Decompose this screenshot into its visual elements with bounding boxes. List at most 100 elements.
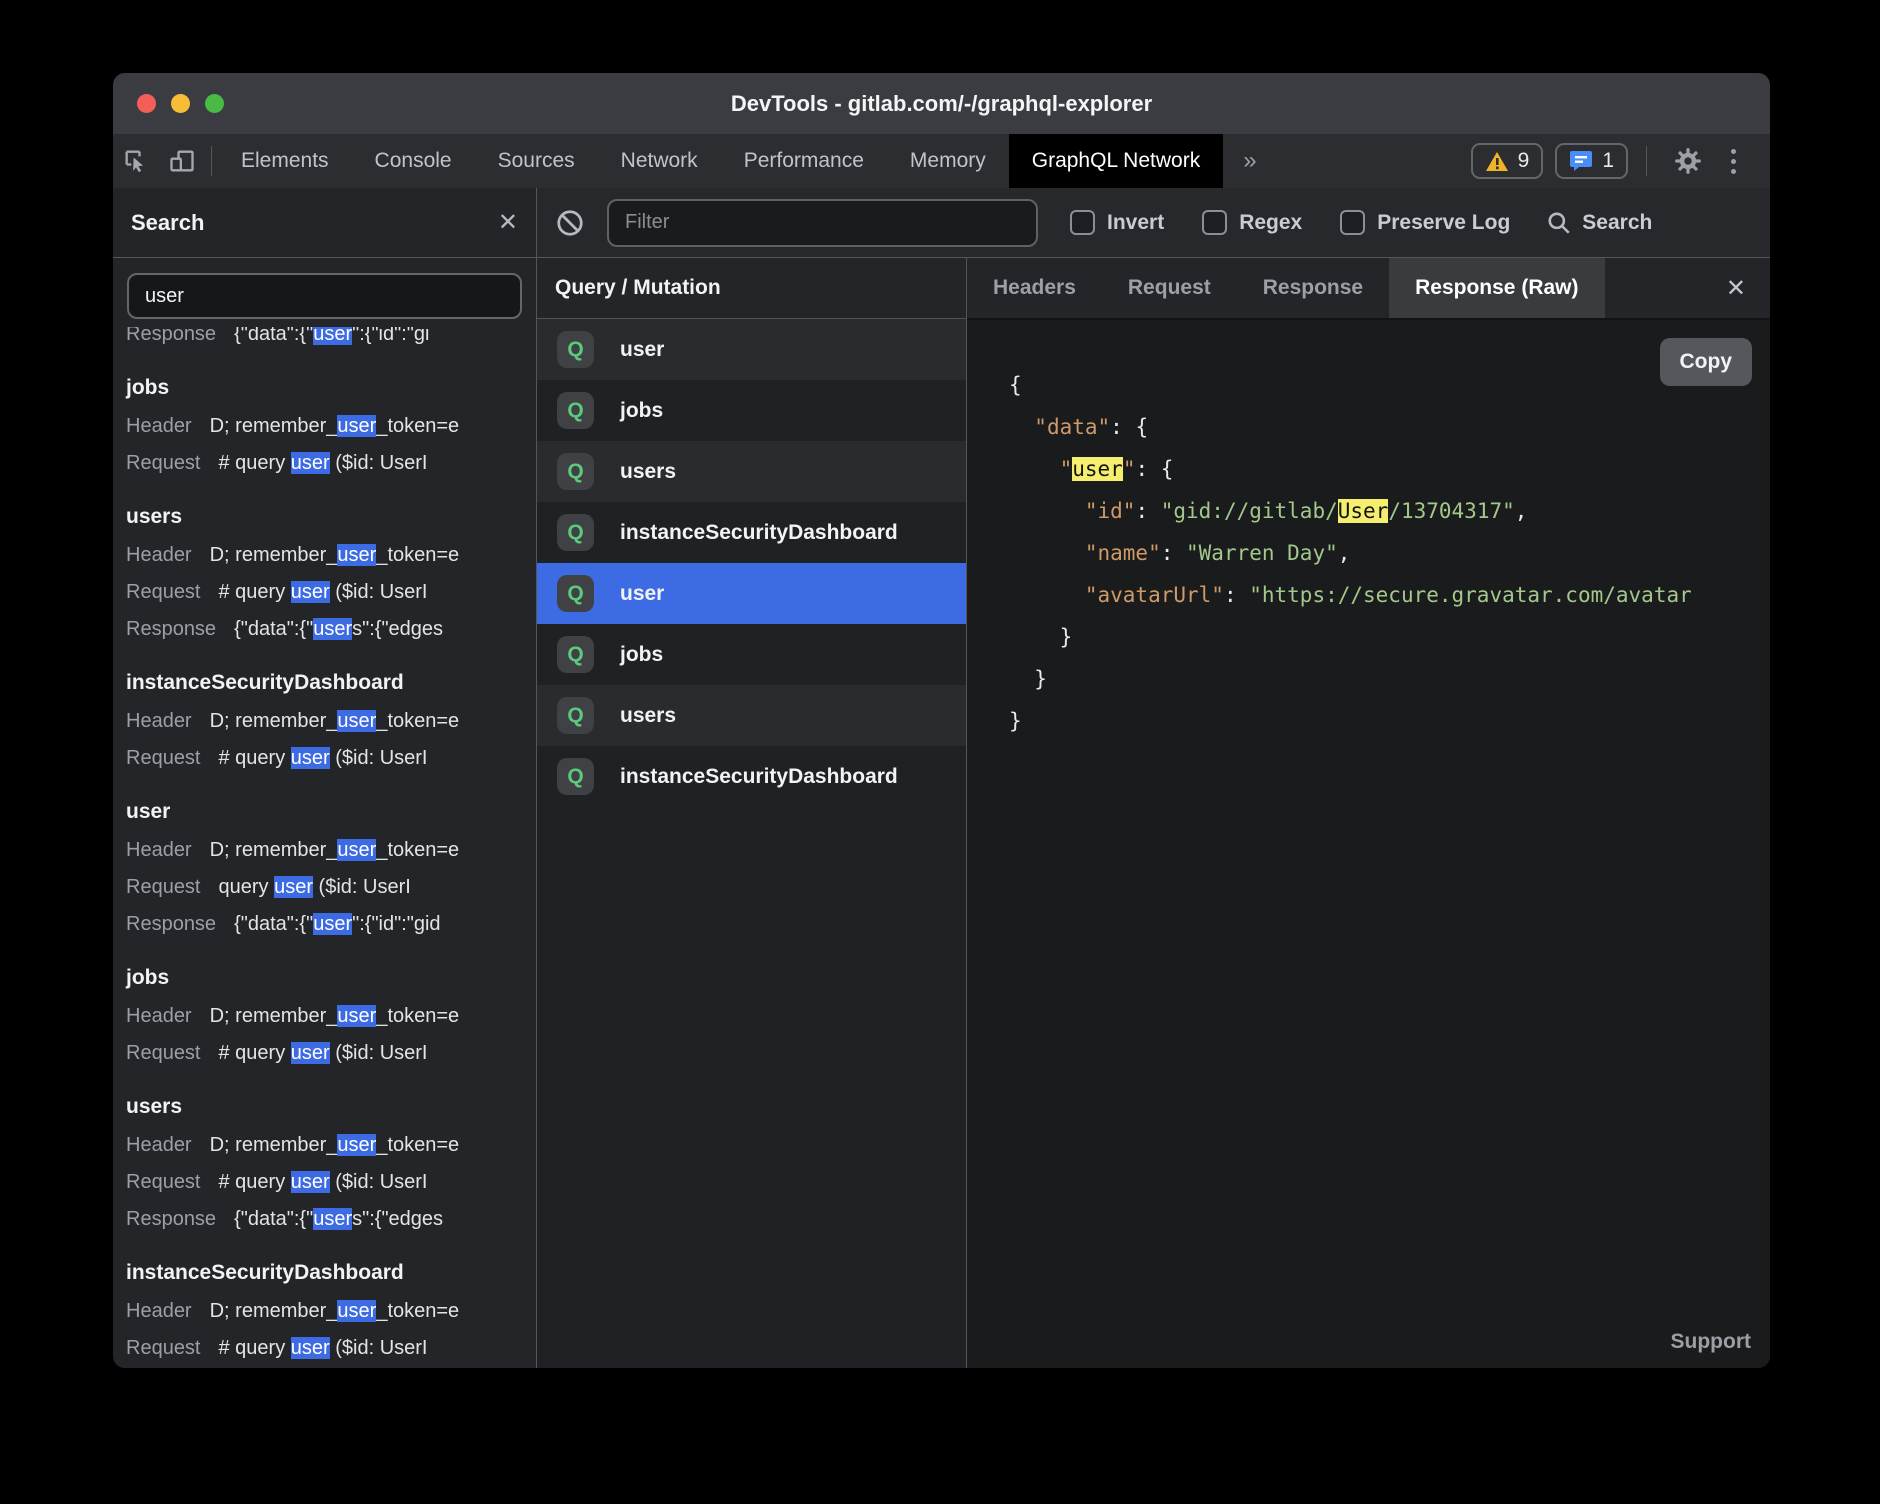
response-tab-request[interactable]: Request <box>1102 258 1237 318</box>
find-match-highlight: User <box>1338 499 1389 523</box>
query-row-users[interactable]: Qusers <box>537 685 966 746</box>
settings-gear-icon[interactable] <box>1665 147 1711 175</box>
warnings-badge[interactable]: 9 <box>1471 143 1544 179</box>
match-highlight: user <box>337 1005 376 1027</box>
json-token <box>1009 583 1085 607</box>
copy-button[interactable]: Copy <box>1660 338 1753 386</box>
json-line: "data": { <box>1009 406 1770 448</box>
support-link[interactable]: Support <box>1671 1330 1751 1354</box>
more-tabs-icon[interactable]: » <box>1223 134 1276 188</box>
json-token: : <box>1224 583 1249 607</box>
screen: DevTools - gitlab.com/-/graphql-explorer… <box>0 0 1880 1504</box>
search-result-row[interactable]: HeaderD; remember_user_token=e <box>126 1293 536 1330</box>
query-type-badge: Q <box>557 514 594 551</box>
checkbox-regex[interactable]: Regex <box>1202 210 1302 235</box>
kebab-menu-icon[interactable] <box>1723 145 1744 178</box>
value-text: s":{"edges <box>352 1208 443 1230</box>
network-search-control[interactable]: Search <box>1546 210 1652 236</box>
match-highlight: user <box>337 544 376 566</box>
search-result-row[interactable]: Response{"data":{"user":{"id":"gid <box>126 906 536 943</box>
checkbox-box[interactable] <box>1070 210 1095 235</box>
search-input-wrap <box>113 258 536 327</box>
checkbox-box[interactable] <box>1340 210 1365 235</box>
tab-sources[interactable]: Sources <box>475 134 598 188</box>
tab-console[interactable]: Console <box>352 134 475 188</box>
value-text: # query <box>219 1337 291 1359</box>
query-row-instancesecuritydashboard[interactable]: QinstanceSecurityDashboard <box>537 502 966 563</box>
zoom-window-button[interactable] <box>205 94 224 113</box>
value-text: ($id: UserI <box>313 876 411 898</box>
search-result-row[interactable]: Request# query user ($id: UserI <box>126 1330 536 1367</box>
close-search-icon[interactable]: ✕ <box>498 208 518 237</box>
query-type-badge: Q <box>557 697 594 734</box>
search-section-title-users: users <box>126 1087 536 1127</box>
value-text: D; remember_ <box>210 839 338 861</box>
json-token: { <box>1161 457 1174 481</box>
result-field-label: Response <box>126 1208 216 1230</box>
toolbar-separator <box>211 146 212 176</box>
close-response-icon[interactable]: ✕ <box>1702 258 1770 318</box>
search-result-row[interactable]: Response{"data":{"user":{"id":"gi <box>126 327 536 353</box>
inspect-element-icon[interactable] <box>113 134 159 188</box>
issues-badge[interactable]: 1 <box>1555 143 1628 179</box>
match-highlight: user <box>291 452 330 474</box>
query-rows: QuserQjobsQusersQinstanceSecurityDashboa… <box>537 319 966 1368</box>
search-input[interactable] <box>127 273 522 319</box>
query-row-jobs[interactable]: Qjobs <box>537 624 966 685</box>
search-result-row[interactable]: HeaderD; remember_user_token=e <box>126 832 536 869</box>
search-result-row[interactable]: Request# query user ($id: UserI <box>126 1035 536 1072</box>
search-section-title-users: users <box>126 497 536 537</box>
toolbar-right-controls: 9 1 <box>1471 134 1770 188</box>
search-result-row[interactable]: Response{"data":{"users":{"edges <box>126 1201 536 1238</box>
json-token <box>1009 541 1085 565</box>
json-token <box>1009 499 1085 523</box>
query-row-instancesecuritydashboard[interactable]: QinstanceSecurityDashboard <box>537 746 966 807</box>
search-result-row[interactable]: Request# query user ($id: UserI <box>126 445 536 482</box>
search-result-row[interactable]: HeaderD; remember_user_token=e <box>126 1127 536 1164</box>
search-result-row[interactable]: Request# query user ($id: UserI <box>126 1164 536 1201</box>
tab-memory[interactable]: Memory <box>887 134 1009 188</box>
query-row-users[interactable]: Qusers <box>537 441 966 502</box>
search-result-row[interactable]: HeaderD; remember_user_token=e <box>126 998 536 1035</box>
filter-input[interactable] <box>607 199 1038 247</box>
search-result-row[interactable]: Request# query user ($id: UserI <box>126 574 536 611</box>
search-result-row[interactable]: Response{"data":{"users":{"edges <box>126 611 536 648</box>
value-text: _token=e <box>376 1005 459 1027</box>
checkbox-box[interactable] <box>1202 210 1227 235</box>
tab-performance[interactable]: Performance <box>721 134 887 188</box>
checkbox-label: Invert <box>1107 211 1164 235</box>
search-result-row[interactable]: HeaderD; remember_user_token=e <box>126 703 536 740</box>
main-tabbar: ElementsConsoleSourcesNetworkPerformance… <box>113 134 1770 188</box>
search-result-row[interactable]: Requestquery user ($id: UserI <box>126 869 536 906</box>
close-window-button[interactable] <box>137 94 156 113</box>
response-tab-headers[interactable]: Headers <box>967 258 1102 318</box>
checkbox-label: Regex <box>1239 211 1302 235</box>
main-content: Search ✕ Response{"data":{"user":{"id":"… <box>113 188 1770 1368</box>
response-tab-response-raw[interactable]: Response (Raw) <box>1389 258 1604 318</box>
response-tab-response[interactable]: Response <box>1237 258 1389 318</box>
device-toolbar-icon[interactable] <box>159 134 205 188</box>
checkbox-label: Preserve Log <box>1377 211 1510 235</box>
checkbox-preserve-log[interactable]: Preserve Log <box>1340 210 1510 235</box>
query-type-badge: Q <box>557 392 594 429</box>
result-field-label: Header <box>126 415 192 437</box>
search-result-row[interactable]: Request# query user ($id: UserI <box>126 740 536 777</box>
query-row-user[interactable]: Quser <box>537 319 966 380</box>
response-content: Copy { "data": { "user": { "id": "gid://… <box>967 320 1770 1368</box>
query-row-jobs[interactable]: Qjobs <box>537 380 966 441</box>
search-results-list: Response{"data":{"user":{"id":"gijobsHea… <box>113 327 536 1368</box>
minimize-window-button[interactable] <box>171 94 190 113</box>
tab-network[interactable]: Network <box>598 134 721 188</box>
json-line: } <box>1009 658 1770 700</box>
tab-graphql-network[interactable]: GraphQL Network <box>1009 134 1223 188</box>
match-highlight: user <box>337 1300 376 1322</box>
search-result-row[interactable]: HeaderD; remember_user_token=e <box>126 537 536 574</box>
tab-elements[interactable]: Elements <box>218 134 352 188</box>
value-text: ($id: UserI <box>330 581 428 603</box>
block-icon[interactable] <box>555 208 585 238</box>
search-result-row[interactable]: HeaderD; remember_user_token=e <box>126 408 536 445</box>
query-row-user[interactable]: Quser <box>537 563 966 624</box>
query-type-badge: Q <box>557 758 594 795</box>
result-field-label: Header <box>126 710 192 732</box>
checkbox-invert[interactable]: Invert <box>1070 210 1164 235</box>
